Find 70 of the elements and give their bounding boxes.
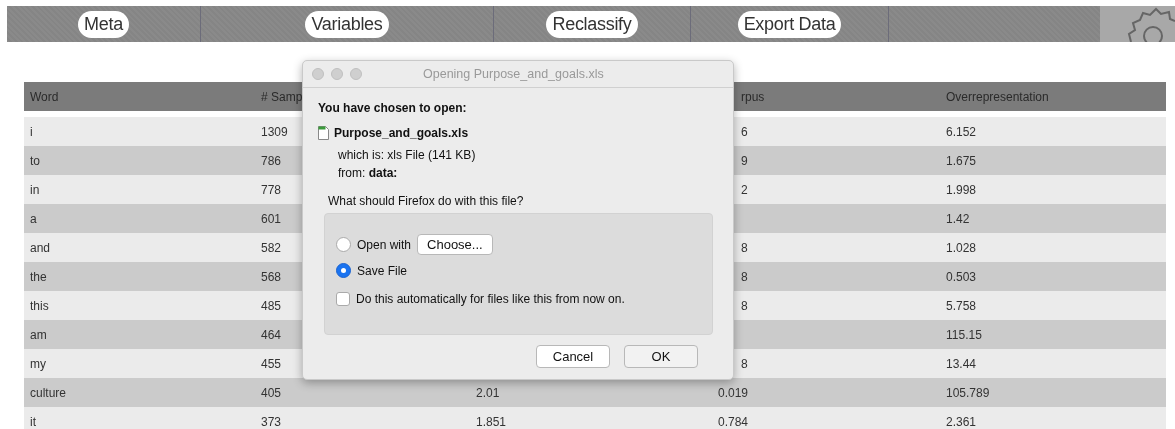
table-cell-text: 373 [260, 414, 282, 429]
file-type: which is: xls File (141 KB) [338, 148, 477, 162]
table-cell-text: 0.784 [717, 414, 749, 429]
table-cell-text: 8 [740, 240, 748, 255]
table-cell-text: 601 [260, 211, 282, 226]
radio-label[interactable]: Open with [357, 237, 412, 252]
table-cell-text: and [29, 240, 51, 255]
nav-tab[interactable]: Variables [305, 10, 389, 38]
table-cell-text: 455 [260, 356, 282, 371]
table-cell-text: 0.019 [717, 385, 749, 400]
zoom-button[interactable] [350, 68, 362, 80]
table-cell-text: 0.503 [945, 269, 977, 284]
radio-label[interactable]: Save File [357, 263, 408, 278]
radio-button[interactable] [336, 263, 351, 278]
file-name: Purpose_and_goals.xls [334, 126, 469, 140]
table-cell-text: 2 [740, 182, 748, 197]
table-cell-text: 1.851 [475, 414, 507, 429]
table-cell-text: 1.028 [945, 240, 977, 255]
nav-tab[interactable]: Meta [78, 10, 129, 38]
dialog-button[interactable]: OK [624, 345, 698, 368]
table-cell-text: 778 [260, 182, 282, 197]
table-cell-text: 786 [260, 153, 282, 168]
table-cell-text: 6.152 [945, 124, 977, 139]
table-cell-text: 485 [260, 298, 282, 313]
table-cell-text: 1.42 [945, 211, 970, 226]
table-cell-text: 8 [740, 356, 748, 371]
table-cell-text: 8 [740, 298, 748, 313]
dialog-heading: You have chosen to open: [318, 101, 468, 115]
table-cell-text: i [29, 124, 33, 139]
table-cell-text: my [29, 356, 46, 371]
table-cell-text: 1.675 [945, 153, 977, 168]
table-cell-text: to [29, 153, 40, 168]
table-cell-text: 582 [260, 240, 282, 255]
table-cell-text: 568 [260, 269, 282, 284]
radio-button[interactable] [336, 237, 351, 252]
table-cell-text: 9 [740, 153, 748, 168]
settings-button[interactable] [1100, 6, 1175, 42]
table-cell-text: culture [29, 385, 67, 400]
dialog-button[interactable]: Cancel [536, 345, 610, 368]
table-cell-text: in [29, 182, 40, 197]
table-cell-text: 105.789 [945, 385, 990, 400]
window-title: Opening Purpose_and_goals.xls [423, 67, 604, 81]
table-cell-text: 8 [740, 269, 748, 284]
table-cell-text: this [29, 298, 49, 313]
file-source: from: data: [338, 166, 399, 180]
table-cell-text: 2.01 [475, 385, 500, 400]
table-cell-text: 115.15 [945, 327, 982, 342]
column-header[interactable]: Overrepresentation [940, 89, 1049, 104]
table-cell-text: 405 [260, 385, 282, 400]
dialog-question: What should Firefox do with this file? [328, 194, 525, 208]
checkbox-label[interactable]: Do this automatically for files like this from now on. [356, 292, 625, 306]
checkbox[interactable] [336, 292, 350, 306]
table-cell-text: 464 [260, 327, 282, 342]
column-header[interactable]: Word [24, 89, 59, 104]
close-button[interactable] [312, 68, 324, 80]
document-icon [318, 126, 329, 140]
table-cell-text: am [29, 327, 47, 342]
table-cell-text: 5.758 [945, 298, 977, 313]
table-cell-text: 2.361 [945, 414, 977, 429]
table-cell-text: 1309 [260, 124, 288, 139]
nav-tab[interactable]: Reclassify [546, 10, 638, 38]
nav-tab[interactable]: Export Data [737, 10, 842, 38]
table-cell-text: the [29, 269, 47, 284]
choose-button[interactable]: Choose... [417, 234, 493, 255]
table-cell-text: 6 [740, 124, 748, 139]
table-cell-text: 13.44 [945, 356, 977, 371]
minimize-button[interactable] [331, 68, 343, 80]
table-cell-text: it [29, 414, 36, 429]
table-cell-text: 1.998 [945, 182, 977, 197]
table-cell-text: a [29, 211, 37, 226]
